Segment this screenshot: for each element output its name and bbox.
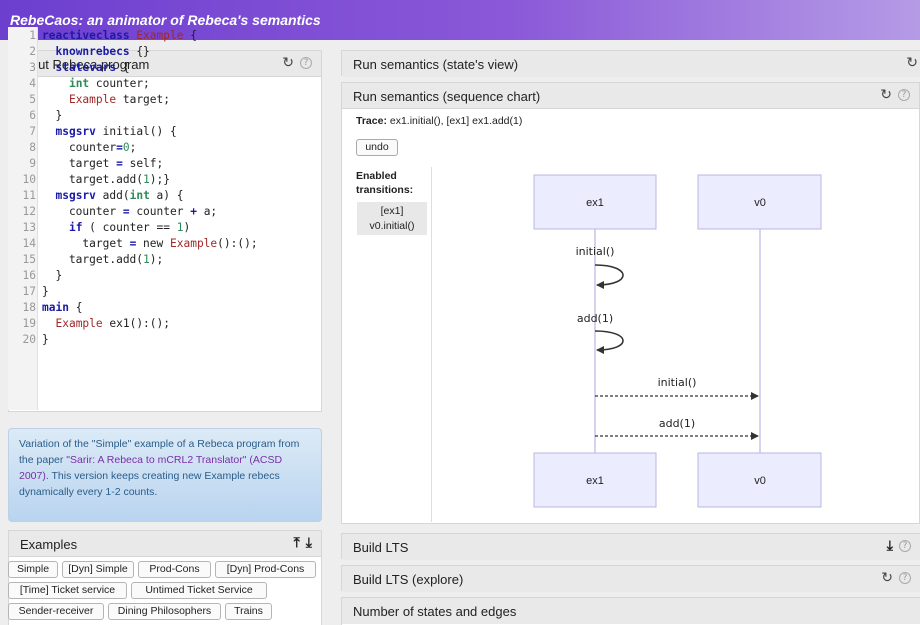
line-number: 11 (22, 189, 36, 202)
examples-header[interactable]: Examples ⤒ ⤓ (9, 531, 321, 557)
build-lts-explore-panel: Build LTS (explore) ↻ ? (341, 565, 920, 592)
state-view-panel: Run semantics (state's view) ↻ (341, 50, 920, 77)
example-button[interactable]: Untimed Ticket Service (131, 582, 267, 599)
build-lts-title: Build LTS (353, 540, 409, 555)
download-icon[interactable]: ⤓ (306, 536, 312, 550)
upload-icon[interactable]: ⤒ (294, 536, 300, 550)
code-line: 13 if ( counter == 1) (8, 221, 320, 237)
self-message-arrow (594, 264, 624, 289)
code-line: 19 Example ex1():(); (8, 317, 320, 333)
help-icon[interactable]: ? (899, 540, 911, 552)
line-number: 18 (22, 301, 36, 314)
self-message-label: initial() (576, 245, 615, 258)
code-line: 16 } (8, 269, 320, 285)
state-view-title: Run semantics (state's view) (353, 57, 519, 72)
example-button[interactable]: Sender-receiver (8, 603, 104, 620)
actor-label: v0 (754, 197, 766, 209)
code-line: 10 target.add(1);} (8, 173, 320, 189)
line-number: 19 (22, 317, 36, 330)
line-number: 5 (29, 93, 36, 106)
line-number: 9 (29, 157, 36, 170)
download-icon[interactable]: ⤓ (887, 539, 893, 553)
sequence-chart-panel: Run semantics (sequence chart) ↻ ? Trace… (341, 82, 920, 524)
examples-title: Examples (20, 537, 78, 552)
actor-label: v0 (754, 475, 766, 487)
actor-label: ex1 (586, 475, 604, 487)
code-line: 15 target.add(1); (8, 253, 320, 269)
code-line: 11 msgsrv add(int a) { (8, 189, 320, 205)
app-title: RebeCaos: an animator of Rebeca's semant… (10, 12, 321, 28)
line-number: 1 (29, 29, 36, 42)
build-lts-header[interactable]: Build LTS ⤓ ? (342, 534, 920, 560)
state-view-header[interactable]: Run semantics (state's view) ↻ (342, 51, 920, 77)
code-line: 18 main { (8, 301, 320, 317)
line-number: 14 (22, 237, 36, 250)
line-number: 6 (29, 109, 36, 122)
code-line: 6 } (8, 109, 320, 125)
actor-label: ex1 (586, 197, 604, 209)
example-button[interactable]: Simple (8, 561, 58, 578)
example-button[interactable]: [Dyn] Prod-Cons (215, 561, 316, 578)
message-label: initial() (658, 376, 697, 389)
code-line: 8 counter=0; (8, 141, 320, 157)
code-line: 3 statevars { (8, 61, 320, 77)
self-message-label: add(1) (577, 312, 613, 325)
build-lts-explore-header[interactable]: Build LTS (explore) ↻ ? (342, 566, 920, 592)
states-edges-header[interactable]: Number of states and edges (342, 598, 920, 624)
example-description: Variation of the "Simple" example of a R… (8, 428, 322, 522)
line-number: 20 (22, 333, 36, 346)
line-number: 2 (29, 45, 36, 58)
line-number: 15 (22, 253, 36, 266)
code-line: 20} (8, 333, 320, 349)
line-number: 16 (22, 269, 36, 282)
states-edges-panel: Number of states and edges (341, 597, 920, 625)
reload-icon[interactable]: ↻ (906, 56, 918, 70)
code-line: 9 target = self; (8, 157, 320, 173)
build-lts-explore-title: Build LTS (explore) (353, 572, 464, 587)
code-line: 4 int counter; (8, 77, 320, 93)
example-button[interactable]: [Dyn] Simple (62, 561, 134, 578)
help-icon[interactable]: ? (899, 572, 911, 584)
line-number: 10 (22, 173, 36, 186)
example-button[interactable]: [Time] Ticket service (8, 582, 127, 599)
line-number: 3 (29, 61, 36, 74)
example-button[interactable]: Prod-Cons (138, 561, 211, 578)
line-number: 13 (22, 221, 36, 234)
code-editor[interactable]: 1 reactiveclass Example { 2 knownrebecs {… (8, 27, 320, 410)
example-button[interactable]: Trains (225, 603, 272, 620)
code-line: 14 target = new Example():(); (8, 237, 320, 253)
states-edges-title: Number of states and edges (353, 604, 517, 619)
code-line: 17} (8, 285, 320, 301)
reload-icon[interactable]: ↻ (881, 571, 893, 585)
sequence-diagram: ex1 v0 initial() add(1) initial() add(1)… (533, 174, 822, 508)
line-number: 17 (22, 285, 36, 298)
code-line: 1 reactiveclass Example { (8, 29, 320, 45)
code-line: 2 knownrebecs {} (8, 45, 320, 61)
message-label: add(1) (659, 417, 695, 430)
build-lts-panel: Build LTS ⤓ ? (341, 533, 920, 560)
code-line: 12 counter = counter + a; (8, 205, 320, 221)
line-number: 12 (22, 205, 36, 218)
code-line: 7 msgsrv initial() { (8, 125, 320, 141)
line-number: 4 (29, 77, 36, 90)
line-number: 8 (29, 141, 36, 154)
code-line: 5 Example target; (8, 93, 320, 109)
example-button[interactable]: Dining Philosophers (108, 603, 221, 620)
self-message-arrow (594, 330, 624, 354)
line-number: 7 (29, 125, 36, 138)
